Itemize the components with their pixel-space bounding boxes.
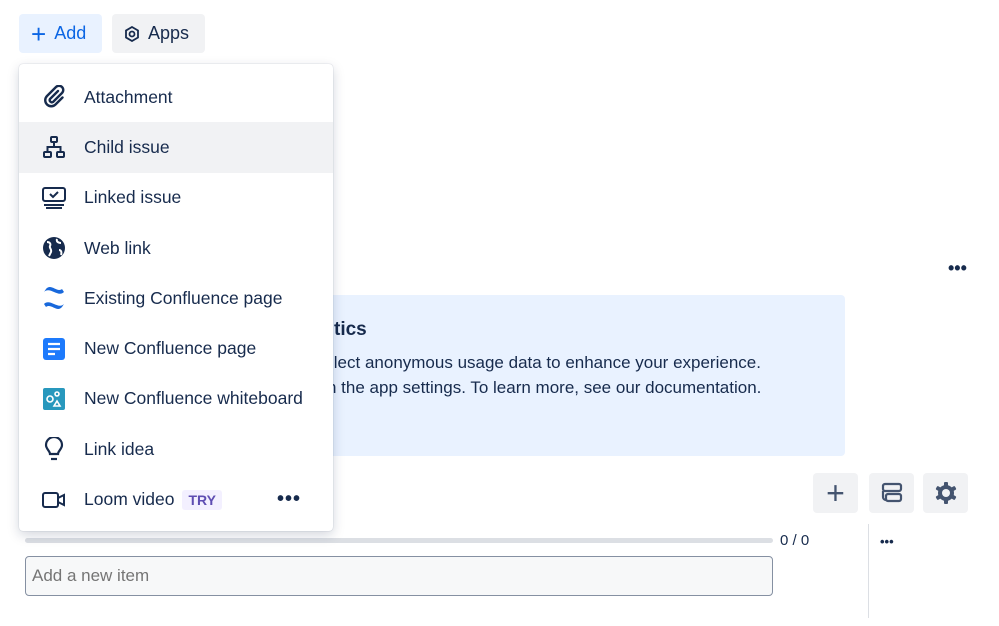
- banner-text: n the app settings. To learn more, see o…: [327, 378, 762, 397]
- menu-item-label: New Confluence page: [84, 338, 257, 359]
- layout-button[interactable]: [869, 473, 914, 513]
- try-badge: TRY: [182, 489, 222, 510]
- settings-button[interactable]: [923, 473, 968, 513]
- menu-item-link-idea[interactable]: Link idea: [19, 424, 333, 474]
- menu-item-label: New Confluence whiteboard: [84, 388, 303, 409]
- hierarchy-icon: [39, 132, 69, 162]
- page-icon: [39, 334, 69, 364]
- menu-item-label: Link idea: [84, 438, 155, 459]
- globe-icon: [39, 233, 69, 263]
- menu-item-label: Web link: [84, 237, 151, 258]
- banner-text: llect anonymous usage data to enhance yo…: [330, 353, 761, 372]
- plus-icon: +: [826, 474, 845, 511]
- whiteboard-icon: [39, 384, 69, 414]
- menu-item-loom-video[interactable]: Loom video TRY •••: [19, 474, 333, 524]
- menu-item-label: Linked issue: [84, 187, 182, 208]
- menu-item-label: Child issue: [84, 136, 170, 157]
- gear-icon: [935, 482, 956, 504]
- apps-icon: [125, 25, 139, 42]
- progress-bar: [25, 538, 773, 543]
- item-more-button[interactable]: •••: [880, 534, 894, 549]
- plus-icon: +: [31, 18, 47, 49]
- menu-item-child-issue[interactable]: Child issue: [19, 122, 333, 173]
- add-item-button[interactable]: +: [813, 473, 858, 513]
- layout-icon: [881, 482, 902, 503]
- menu-item-new-confluence-whiteboard[interactable]: New Confluence whiteboard: [19, 374, 333, 424]
- confluence-icon: [39, 283, 69, 313]
- video-icon: [39, 485, 69, 515]
- new-item-input[interactable]: [25, 556, 773, 596]
- apps-button[interactable]: Apps: [112, 14, 205, 53]
- more-actions-button[interactable]: •••: [948, 258, 967, 279]
- menu-item-new-confluence-page[interactable]: New Confluence page: [19, 323, 333, 373]
- analytics-banner: tics llect anonymous usage data to enhan…: [310, 295, 845, 456]
- menu-item-attachment[interactable]: Attachment: [19, 72, 333, 122]
- paperclip-icon: [39, 82, 69, 112]
- banner-title: tics: [334, 319, 367, 340]
- more-options-button[interactable]: •••: [277, 488, 301, 511]
- divider: [868, 524, 869, 618]
- menu-item-label: Existing Confluence page: [84, 287, 283, 308]
- menu-item-linked-issue[interactable]: Linked issue: [19, 173, 333, 223]
- lightbulb-icon: [39, 434, 69, 464]
- menu-item-web-link[interactable]: Web link: [19, 223, 333, 273]
- add-menu: Attachment Child issue Linked issue Web …: [19, 64, 333, 531]
- add-button[interactable]: + Add: [19, 14, 102, 53]
- menu-item-label: Loom video: [84, 489, 175, 510]
- menu-item-existing-confluence-page[interactable]: Existing Confluence page: [19, 273, 333, 323]
- apps-label: Apps: [148, 23, 190, 43]
- linked-issue-icon: [39, 183, 69, 213]
- add-label: Add: [54, 23, 87, 43]
- progress-count: 0 / 0: [780, 532, 810, 549]
- menu-item-label: Attachment: [84, 86, 173, 107]
